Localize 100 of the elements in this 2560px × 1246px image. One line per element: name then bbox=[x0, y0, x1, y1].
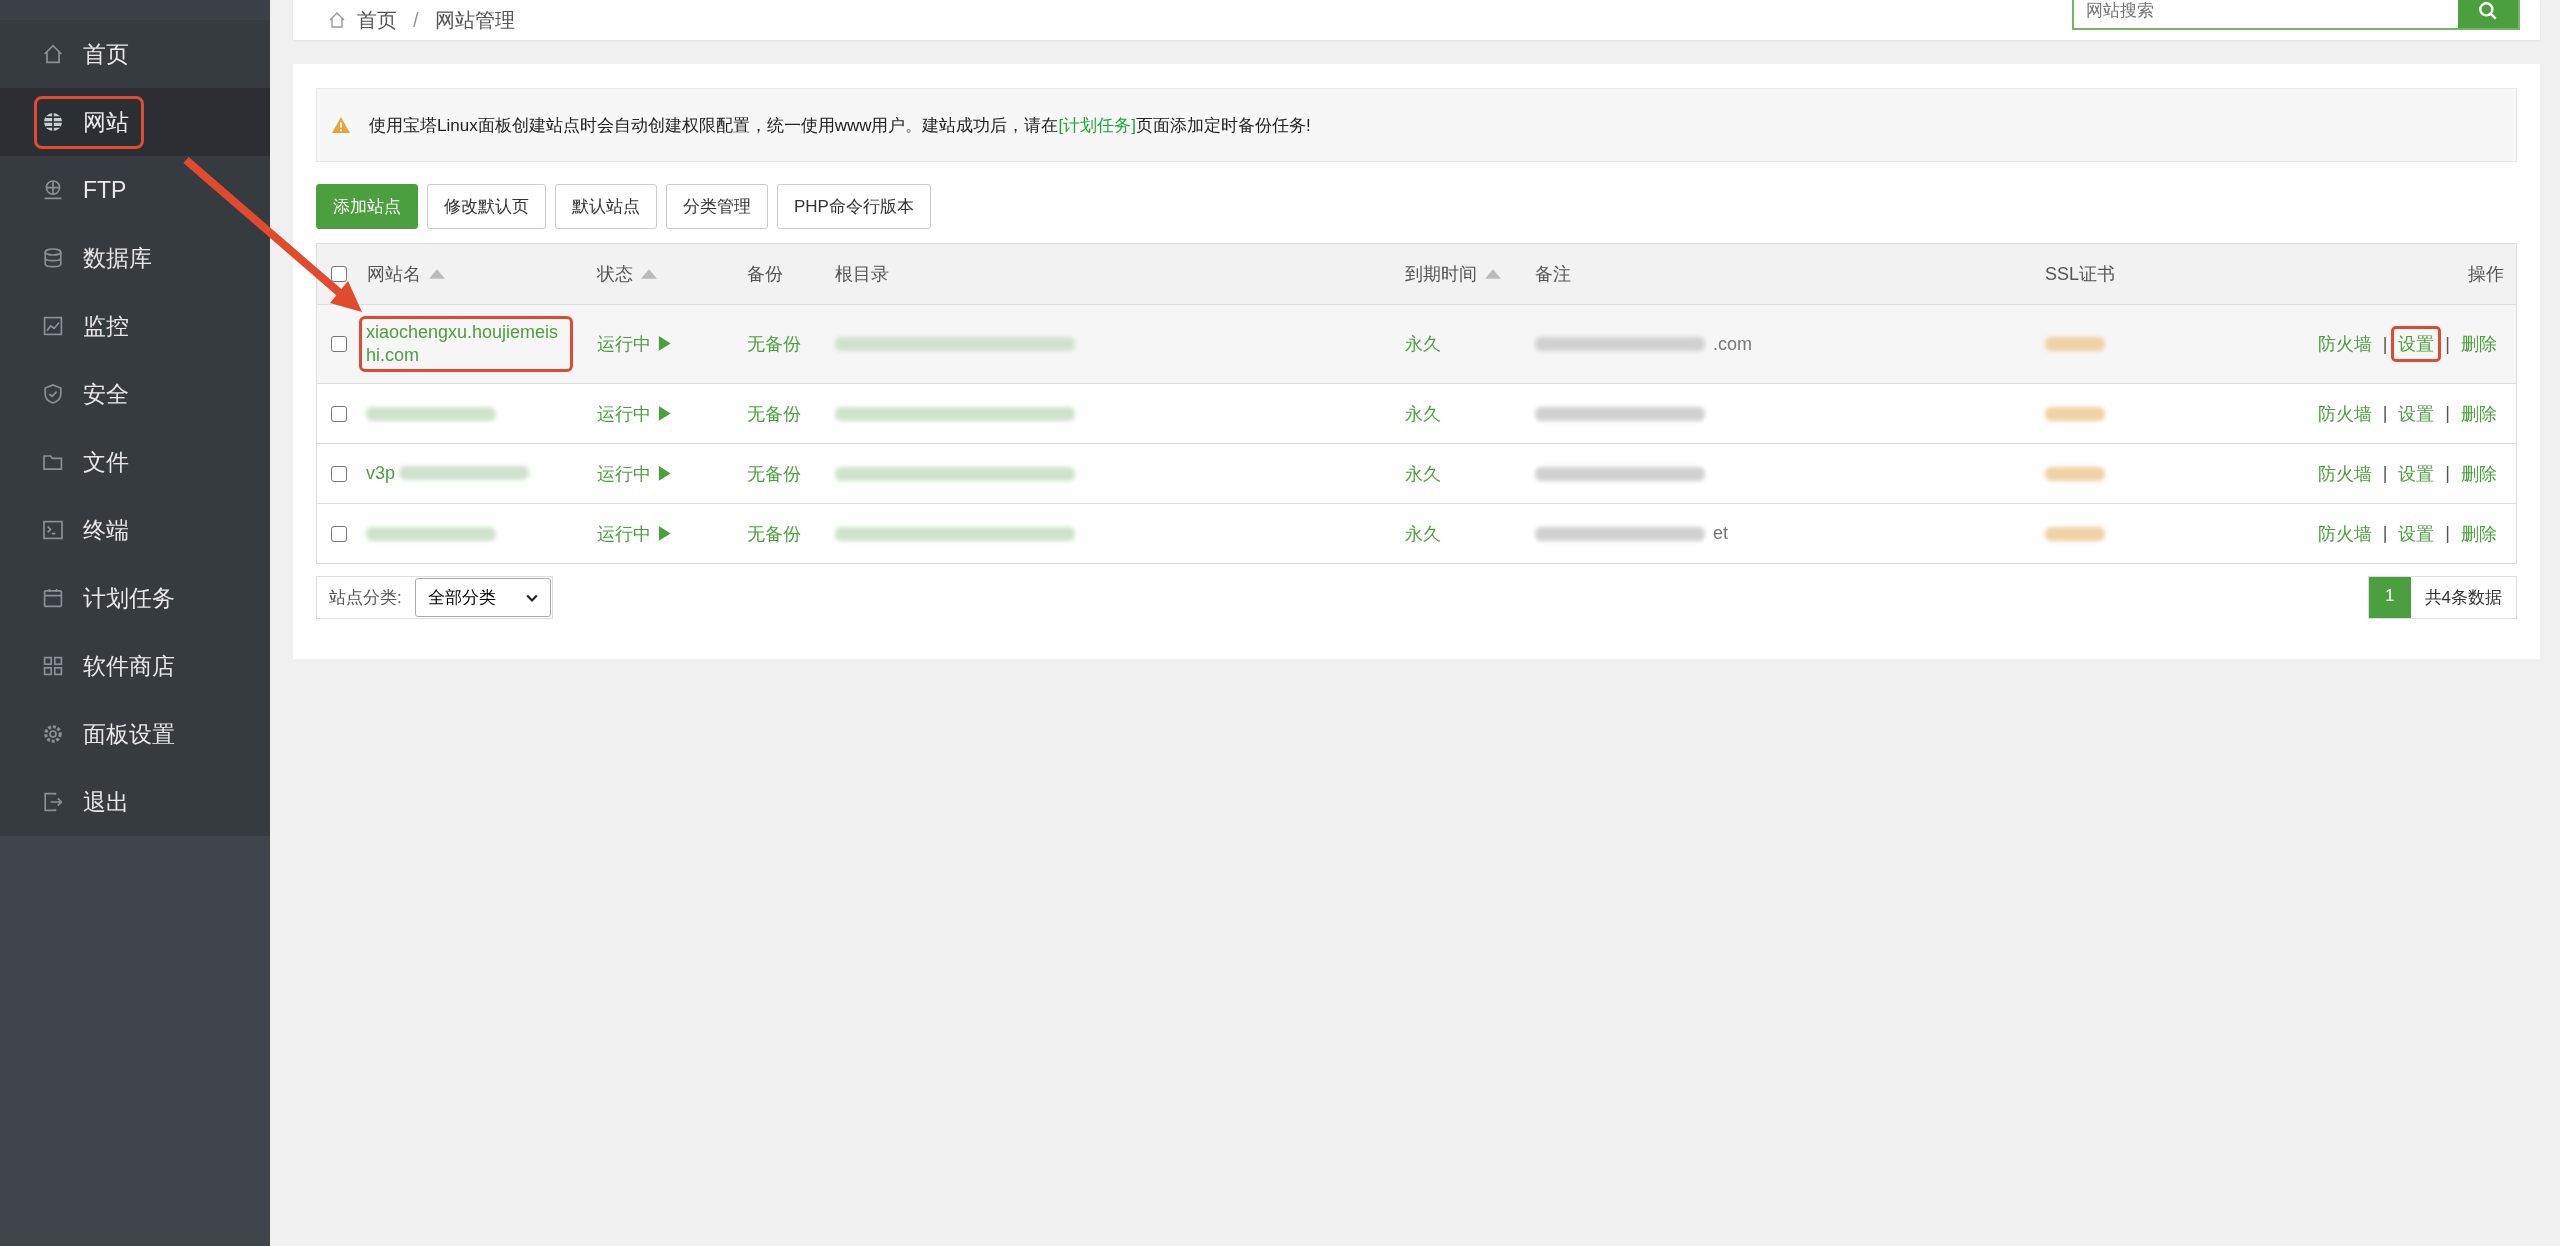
column-header: 备份 bbox=[747, 263, 784, 286]
total-count: 共4条数据 bbox=[2423, 587, 2503, 609]
action-separator: | bbox=[2445, 403, 2450, 424]
expiry-text: 永久 bbox=[1405, 462, 1441, 486]
checkbox[interactable] bbox=[331, 405, 347, 422]
sidebar-item[interactable]: 终端 bbox=[0, 496, 270, 564]
checkbox[interactable] bbox=[331, 336, 347, 352]
nav-label: 安全 bbox=[83, 379, 129, 409]
column-header: 根目录 bbox=[835, 263, 890, 286]
sidebar-item[interactable]: 首页 bbox=[0, 20, 270, 88]
action-link[interactable]: 设置 bbox=[2391, 515, 2442, 552]
calendar-icon bbox=[41, 586, 65, 610]
category-dropdown[interactable]: 全部分类 bbox=[414, 578, 551, 617]
expiry-text: 永久 bbox=[1405, 333, 1441, 356]
remark-text: et bbox=[1713, 523, 1728, 544]
nav-label: 退出 bbox=[83, 787, 129, 817]
notice-text: 使用宝塔Linux面板创建站点时会自动创建权限配置，统一使用www用户。建站成功后，请在 bbox=[369, 114, 1059, 137]
expiry-text: 永久 bbox=[1405, 522, 1441, 546]
status-link[interactable]: 运行中 ▶ bbox=[597, 461, 674, 486]
status-link[interactable]: 运行中 ▶ bbox=[597, 332, 674, 356]
column-header: SSL证书 bbox=[2045, 263, 2117, 286]
toolbar-button[interactable]: 默认站点 bbox=[555, 184, 657, 229]
column-header[interactable]: 到期时间 bbox=[1405, 262, 1535, 286]
sidebar-item[interactable]: FTP bbox=[0, 156, 270, 224]
column-header: 操作 bbox=[2467, 263, 2505, 286]
search-button[interactable] bbox=[2458, 0, 2518, 28]
action-separator: | bbox=[2382, 403, 2388, 424]
backup-link[interactable]: 无备份 bbox=[747, 461, 801, 486]
page-button[interactable]: 1 bbox=[2369, 577, 2411, 618]
breadcrumb-separator: / bbox=[413, 8, 419, 32]
nav-label: 面板设置 bbox=[83, 719, 175, 749]
backup-link[interactable]: 无备份 bbox=[747, 401, 801, 426]
action-link[interactable]: 防火墙 bbox=[2310, 395, 2379, 432]
sidebar-item[interactable]: 监控 bbox=[0, 292, 270, 360]
site-name-link[interactable]: v3p bbox=[366, 461, 396, 486]
nav-label: 终端 bbox=[83, 515, 129, 545]
sidebar-item[interactable]: 安全 bbox=[0, 360, 270, 428]
action-link[interactable]: 删除 bbox=[2454, 326, 2504, 362]
notice-text: 页面添加定时备份任务! bbox=[1135, 114, 1311, 137]
nav-label: 文件 bbox=[83, 447, 129, 477]
remark-text: .com bbox=[1713, 333, 1752, 355]
nav-label: 计划任务 bbox=[83, 583, 175, 613]
nav-label: 软件商店 bbox=[83, 651, 175, 681]
action-link[interactable]: 防火墙 bbox=[2310, 515, 2379, 552]
search-icon bbox=[2477, 0, 2499, 22]
status-link[interactable]: 运行中 ▶ bbox=[597, 521, 674, 546]
sidebar-item[interactable]: 软件商店 bbox=[0, 632, 270, 700]
sidebar-item[interactable]: 网站 bbox=[0, 88, 270, 156]
breadcrumb-item: 网站管理 bbox=[434, 7, 515, 33]
checkbox[interactable] bbox=[331, 525, 347, 542]
checkbox[interactable] bbox=[331, 266, 347, 282]
action-link[interactable]: 设置 bbox=[2391, 326, 2442, 362]
toolbar-button[interactable]: 修改默认页 bbox=[427, 184, 546, 229]
column-header[interactable]: 状态 bbox=[597, 262, 747, 286]
action-link[interactable]: 删除 bbox=[2454, 455, 2504, 492]
breadcrumb-item[interactable]: 首页 bbox=[357, 6, 397, 34]
database-icon bbox=[41, 246, 65, 270]
caret-icon bbox=[525, 593, 538, 602]
nav-label: 网站 bbox=[83, 107, 129, 137]
toolbar-button[interactable]: PHP命令行版本 bbox=[777, 184, 931, 229]
exit-icon bbox=[41, 790, 65, 814]
shield-check-icon bbox=[41, 382, 65, 406]
checkbox[interactable] bbox=[331, 465, 347, 482]
backup-link[interactable]: 无备份 bbox=[747, 332, 801, 356]
globe-icon bbox=[41, 110, 65, 134]
action-separator: | bbox=[2445, 523, 2450, 544]
home-icon bbox=[41, 42, 65, 66]
category-label: 站点分类: bbox=[328, 587, 403, 609]
sidebar-item[interactable]: 数据库 bbox=[0, 224, 270, 292]
expiry-text: 永久 bbox=[1405, 402, 1441, 426]
toolbar-button[interactable]: 分类管理 bbox=[666, 184, 768, 229]
action-separator: | bbox=[2382, 463, 2388, 484]
toolbar-button[interactable]: 添加站点 bbox=[316, 184, 418, 229]
home-icon bbox=[327, 10, 347, 30]
action-link[interactable]: 防火墙 bbox=[2310, 455, 2379, 492]
action-separator: | bbox=[2382, 523, 2388, 544]
action-separator: | bbox=[2445, 463, 2450, 484]
sidebar-item[interactable]: 文件 bbox=[0, 428, 270, 496]
action-separator: | bbox=[2445, 333, 2450, 355]
action-separator: | bbox=[2382, 333, 2388, 355]
action-link[interactable]: 设置 bbox=[2391, 455, 2442, 492]
column-header[interactable]: 网站名 bbox=[367, 262, 597, 286]
backup-link[interactable]: 无备份 bbox=[747, 521, 801, 546]
sidebar-item[interactable]: 面板设置 bbox=[0, 700, 270, 768]
column-header: 备注 bbox=[1535, 263, 1572, 286]
action-link[interactable]: 删除 bbox=[2454, 395, 2504, 432]
grid-icon bbox=[41, 654, 65, 678]
nav-label: 数据库 bbox=[83, 243, 152, 273]
status-link[interactable]: 运行中 ▶ bbox=[597, 401, 674, 426]
warning-icon bbox=[331, 115, 351, 135]
search-field[interactable]: 网站搜索 bbox=[2072, 0, 2520, 30]
settings-icon bbox=[41, 722, 65, 746]
action-link[interactable]: 防火墙 bbox=[2310, 326, 2379, 362]
sidebar-item[interactable]: 计划任务 bbox=[0, 564, 270, 632]
action-link[interactable]: 设置 bbox=[2391, 395, 2442, 432]
nav-label: 首页 bbox=[83, 39, 129, 69]
notice-link[interactable]: [计划任务] bbox=[1058, 113, 1136, 137]
action-link[interactable]: 删除 bbox=[2454, 515, 2504, 552]
sidebar-item[interactable]: 退出 bbox=[0, 768, 270, 836]
nav-label: 监控 bbox=[83, 311, 129, 341]
